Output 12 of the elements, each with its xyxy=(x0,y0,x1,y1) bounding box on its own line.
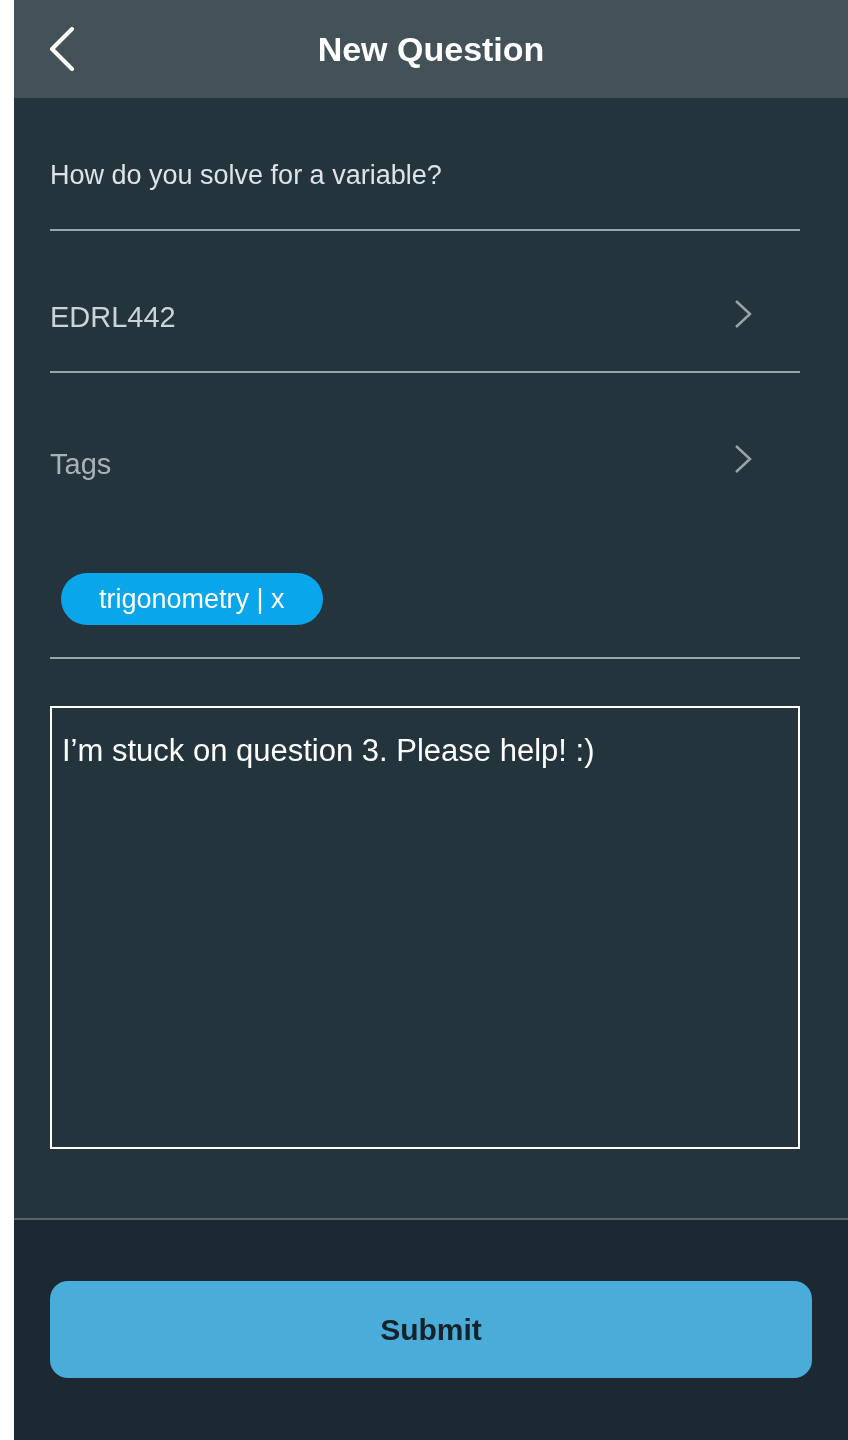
chevron-icon xyxy=(734,299,752,329)
tags-placeholder: Tags xyxy=(50,446,112,482)
question-field[interactable]: How do you solve for a variable? xyxy=(50,154,800,195)
description-field[interactable]: I’m stuck on question 3. Please help! :) xyxy=(50,706,800,1149)
description-text: I’m stuck on question 3. Please help! :) xyxy=(62,732,596,770)
screen-title: New Question xyxy=(317,28,545,70)
submit-button[interactable]: Submit xyxy=(50,1281,812,1378)
back-icon xyxy=(49,27,75,71)
course-value: EDRL442 xyxy=(50,299,176,335)
chevron-icon xyxy=(734,444,752,474)
tags-selector[interactable]: Tags xyxy=(50,373,800,488)
course-selector[interactable]: EDRL442 xyxy=(50,231,800,373)
